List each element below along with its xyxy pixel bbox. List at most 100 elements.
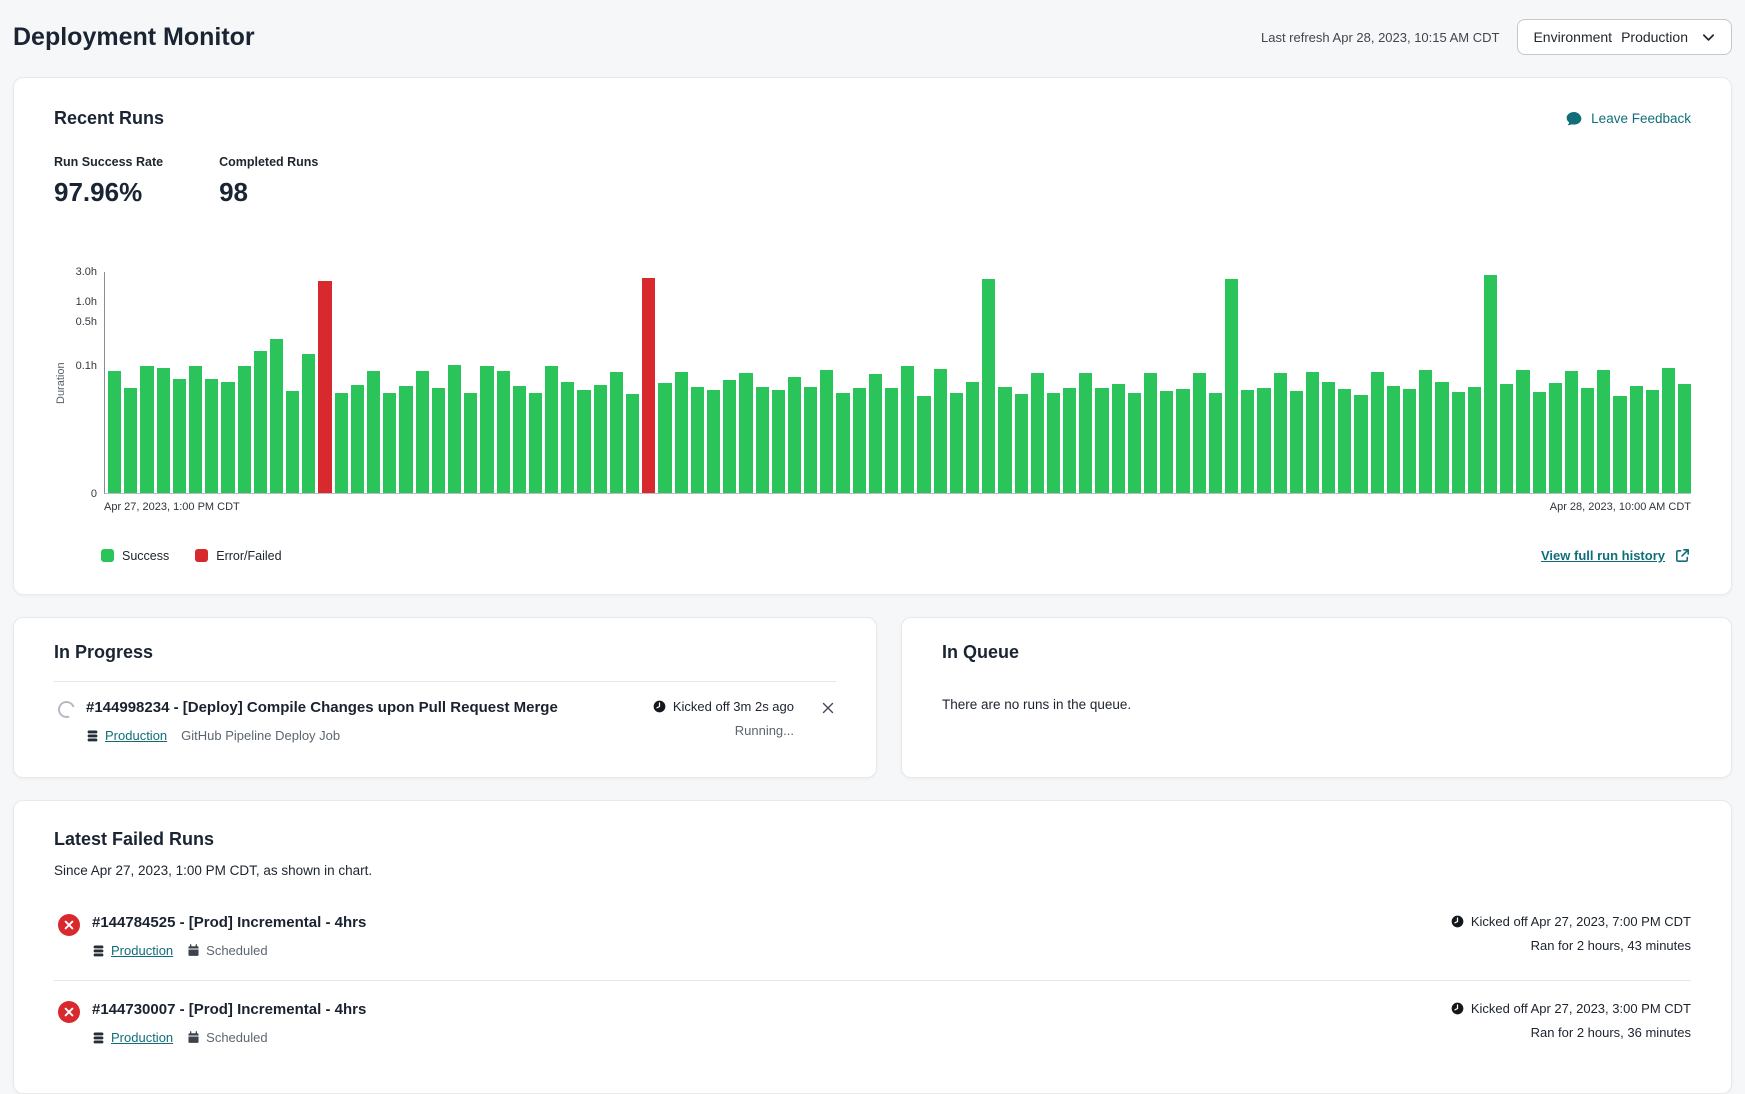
run-bar[interactable] (594, 385, 607, 493)
run-bar[interactable] (1371, 372, 1384, 493)
run-bar[interactable] (1079, 373, 1092, 493)
run-bar[interactable] (1031, 373, 1044, 493)
run-bar[interactable] (1500, 384, 1513, 493)
run-bar[interactable] (869, 374, 882, 493)
run-bar[interactable] (1354, 395, 1367, 493)
run-bar[interactable] (1387, 386, 1400, 493)
run-bar[interactable] (335, 393, 348, 493)
run-bar[interactable] (610, 372, 623, 493)
run-bar[interactable] (1613, 396, 1626, 493)
run-bar[interactable] (1581, 388, 1594, 493)
run-bar[interactable] (513, 386, 526, 493)
leave-feedback-link[interactable]: Leave Feedback (1565, 110, 1691, 128)
run-bar[interactable] (788, 377, 801, 493)
run-bar[interactable] (1516, 370, 1529, 493)
run-bar[interactable] (1306, 372, 1319, 493)
run-bar[interactable] (1176, 389, 1189, 493)
run-bar[interactable] (1468, 387, 1481, 493)
run-bar[interactable] (497, 371, 510, 493)
run-bar[interactable] (1322, 382, 1335, 493)
run-bar[interactable] (675, 372, 688, 493)
run-bar[interactable] (140, 366, 153, 493)
run-bar[interactable] (318, 281, 331, 493)
run-bar[interactable] (901, 366, 914, 493)
run-bar[interactable] (254, 351, 267, 493)
run-bar[interactable] (1225, 279, 1238, 493)
run-bar[interactable] (1047, 393, 1060, 493)
run-bar[interactable] (756, 387, 769, 493)
run-bar[interactable] (1112, 384, 1125, 493)
run-bar[interactable] (1338, 389, 1351, 493)
run-bar[interactable] (1274, 373, 1287, 493)
run-bar[interactable] (1533, 392, 1546, 493)
run-bar[interactable] (399, 386, 412, 493)
run-bar[interactable] (642, 278, 655, 493)
run-bar[interactable] (1241, 390, 1254, 493)
run-bar[interactable] (950, 393, 963, 493)
run-bar[interactable] (173, 379, 186, 493)
run-bar[interactable] (1565, 371, 1578, 493)
production-link[interactable]: Production (92, 1030, 173, 1045)
run-bar[interactable] (1015, 394, 1028, 493)
view-history-link[interactable]: View full run history (1541, 547, 1691, 564)
run-bar[interactable] (723, 380, 736, 493)
cancel-run-button[interactable] (820, 700, 836, 716)
run-bar[interactable] (189, 366, 202, 493)
run-bar[interactable] (464, 393, 477, 493)
run-bar[interactable] (238, 366, 251, 493)
run-bar[interactable] (302, 354, 315, 493)
run-bar[interactable] (885, 388, 898, 493)
run-bar[interactable] (1419, 370, 1432, 493)
run-bar[interactable] (998, 387, 1011, 493)
run-bar[interactable] (1452, 392, 1465, 493)
run-bar[interactable] (1646, 390, 1659, 493)
run-bar[interactable] (934, 369, 947, 493)
run-bar[interactable] (1193, 373, 1206, 493)
run-bar[interactable] (561, 382, 574, 493)
run-bar[interactable] (1095, 388, 1108, 493)
environment-dropdown[interactable]: Environment Production (1517, 19, 1732, 55)
run-bar[interactable] (804, 387, 817, 493)
run-bar[interactable] (691, 387, 704, 493)
run-bar[interactable] (480, 366, 493, 493)
run-bar[interactable] (529, 393, 542, 493)
run-bar[interactable] (853, 388, 866, 493)
run-bar[interactable] (432, 388, 445, 493)
run-bar[interactable] (1209, 393, 1222, 493)
run-bar[interactable] (270, 339, 283, 493)
run-bar[interactable] (836, 393, 849, 493)
run-bar[interactable] (1403, 389, 1416, 493)
run-bar[interactable] (1160, 391, 1173, 493)
run-bar[interactable] (626, 394, 639, 493)
run-bar[interactable] (367, 371, 380, 493)
run-bar[interactable] (1597, 370, 1610, 493)
run-bar[interactable] (545, 366, 558, 493)
run-bar[interactable] (1484, 275, 1497, 493)
run-bar[interactable] (1144, 373, 1157, 493)
run-bar[interactable] (1678, 384, 1691, 493)
run-bar[interactable] (739, 373, 752, 493)
run-bar[interactable] (383, 393, 396, 493)
run-bar[interactable] (157, 368, 170, 493)
run-bar[interactable] (286, 391, 299, 493)
run-bar[interactable] (448, 365, 461, 493)
run-bar[interactable] (982, 279, 995, 493)
run-bar[interactable] (1128, 393, 1141, 493)
run-bar[interactable] (124, 388, 137, 493)
run-bar[interactable] (966, 382, 979, 493)
run-bar[interactable] (1257, 388, 1270, 493)
run-bar[interactable] (1662, 368, 1675, 493)
run-bar[interactable] (205, 379, 218, 493)
run-bar[interactable] (917, 396, 930, 493)
run-bar[interactable] (1630, 386, 1643, 493)
run-bar[interactable] (351, 385, 364, 494)
run-bar[interactable] (416, 371, 429, 493)
run-bar[interactable] (658, 383, 671, 493)
run-bar[interactable] (221, 382, 234, 493)
run-bar[interactable] (108, 371, 121, 493)
run-bar[interactable] (707, 390, 720, 493)
production-link[interactable]: Production (92, 943, 173, 958)
run-bar[interactable] (1435, 382, 1448, 493)
run-bar[interactable] (1290, 391, 1303, 493)
run-bar[interactable] (577, 390, 590, 493)
